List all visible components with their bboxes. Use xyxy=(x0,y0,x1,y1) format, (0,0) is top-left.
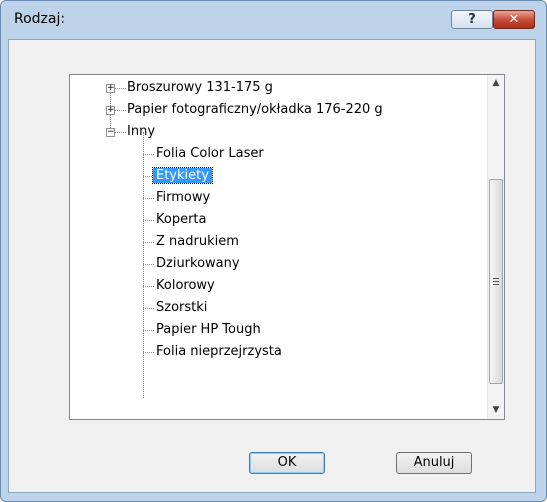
tree-item-papier-fotograficzny[interactable]: Papier fotograficzny/okładka 176-220 g xyxy=(127,99,383,121)
close-button[interactable]: ✕ xyxy=(493,10,535,29)
tree-connector xyxy=(143,286,154,287)
tree-connector xyxy=(143,242,154,243)
tree-item-folia-color-laser[interactable]: Folia Color Laser xyxy=(156,143,264,165)
dialog-window: Rodzaj: ? ✕ + + − Broszurowy 131-175 g P… xyxy=(0,0,547,502)
tree-connector xyxy=(143,352,154,353)
tree-item-z-nadrukiem[interactable]: Z nadrukiem xyxy=(156,231,239,253)
tree-item-papier-hp-tough[interactable]: Papier HP Tough xyxy=(156,319,261,341)
ok-button[interactable]: OK xyxy=(249,452,325,474)
selected-item-label: Etykiety xyxy=(152,167,213,184)
tree-connector xyxy=(115,132,126,133)
grip-line xyxy=(493,278,499,279)
grip-line xyxy=(493,284,499,285)
help-button[interactable]: ? xyxy=(451,10,493,29)
tree-connector xyxy=(143,264,154,265)
tree-connector xyxy=(143,308,154,309)
scrollbar-thumb[interactable] xyxy=(489,179,503,384)
tree-connector xyxy=(115,88,126,89)
expand-icon[interactable]: + xyxy=(106,84,115,93)
tree-connector xyxy=(143,220,154,221)
tree-item-inny[interactable]: Inny xyxy=(127,121,155,143)
dialog-title: Rodzaj: xyxy=(14,11,66,27)
dialog-client-area: + + − Broszurowy 131-175 g Papier fotogr… xyxy=(8,39,536,493)
tree-item-kolorowy[interactable]: Kolorowy xyxy=(156,275,215,297)
tree-connector xyxy=(143,154,154,155)
help-icon: ? xyxy=(468,12,476,27)
cancel-button[interactable]: Anuluj xyxy=(396,452,472,474)
tree-connector xyxy=(143,330,154,331)
tree-item-folia-nieprzejrzysta[interactable]: Folia nieprzejrzysta xyxy=(156,341,282,363)
tree-item-szorstki[interactable]: Szorstki xyxy=(156,297,207,319)
tree-item-firmowy[interactable]: Firmowy xyxy=(156,187,210,209)
vertical-scrollbar[interactable]: ▲ ▼ xyxy=(487,75,504,419)
tree-item-broszurowy[interactable]: Broszurowy 131-175 g xyxy=(127,77,273,99)
tree-connector xyxy=(143,132,144,398)
tree-connector xyxy=(143,198,154,199)
tree-item-dziurkowany[interactable]: Dziurkowany xyxy=(156,253,240,275)
expand-icon[interactable]: + xyxy=(106,106,115,115)
grip-line xyxy=(493,281,499,282)
scroll-down-arrow-icon[interactable]: ▼ xyxy=(488,402,504,418)
collapse-icon[interactable]: − xyxy=(106,128,115,137)
tree-item-etykiety[interactable]: Etykiety xyxy=(152,165,213,187)
paper-type-tree[interactable]: + + − Broszurowy 131-175 g Papier fotogr… xyxy=(69,74,505,420)
scroll-up-arrow-icon[interactable]: ▲ xyxy=(488,75,504,91)
close-icon: ✕ xyxy=(508,12,520,27)
tree-connector xyxy=(115,110,126,111)
tree-item-koperta[interactable]: Koperta xyxy=(156,209,207,231)
